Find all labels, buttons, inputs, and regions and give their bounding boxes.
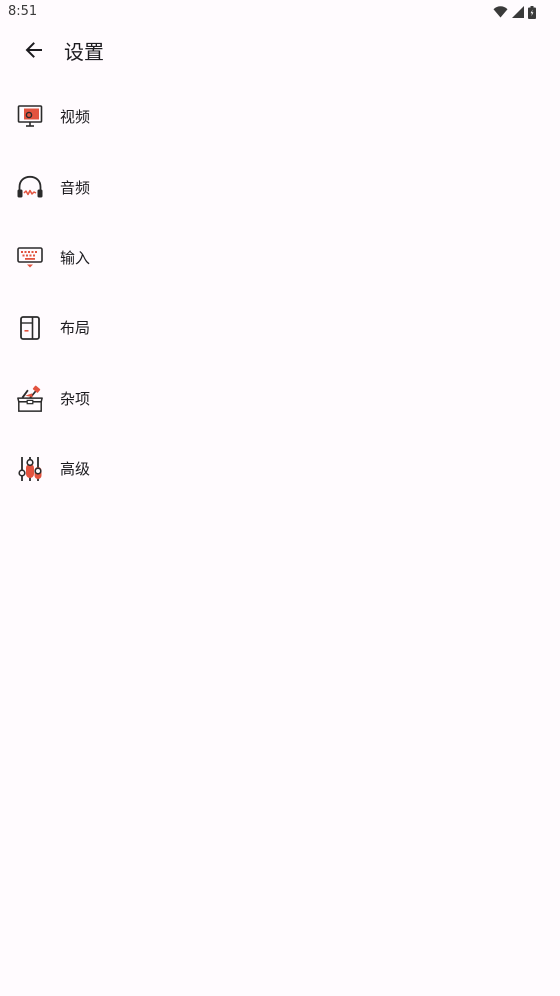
page-title: 设置	[64, 40, 104, 64]
layout-icon	[16, 314, 44, 342]
app-bar: 设置	[0, 24, 560, 80]
arrow-left-icon	[24, 40, 44, 64]
wifi-icon	[493, 6, 508, 18]
headphones-icon	[16, 174, 44, 202]
settings-item-audio[interactable]: 音频	[0, 152, 560, 222]
settings-item-advanced[interactable]: 高级	[0, 434, 560, 504]
back-button[interactable]	[14, 32, 54, 72]
settings-item-video[interactable]: 视频	[0, 82, 560, 152]
settings-item-label: 布局	[60, 319, 91, 338]
settings-list: 视频 音频 输入 布局 杂项 高级	[0, 82, 560, 504]
monitor-icon	[16, 103, 44, 131]
keyboard-icon	[16, 244, 44, 272]
settings-item-label: 杂项	[60, 389, 91, 408]
signal-icon	[512, 6, 524, 18]
sliders-icon	[16, 455, 44, 483]
settings-item-input[interactable]: 输入	[0, 223, 560, 293]
settings-item-label: 音频	[60, 178, 91, 197]
status-icons	[493, 4, 536, 20]
settings-item-layout[interactable]: 布局	[0, 293, 560, 363]
settings-item-label: 高级	[60, 460, 91, 479]
toolbox-icon	[16, 385, 44, 413]
battery-icon	[528, 5, 536, 19]
settings-item-label: 视频	[60, 108, 91, 127]
status-bar: 8:51	[0, 0, 560, 24]
status-time: 8:51	[8, 4, 38, 19]
settings-item-misc[interactable]: 杂项	[0, 364, 560, 434]
settings-item-label: 输入	[60, 248, 91, 267]
